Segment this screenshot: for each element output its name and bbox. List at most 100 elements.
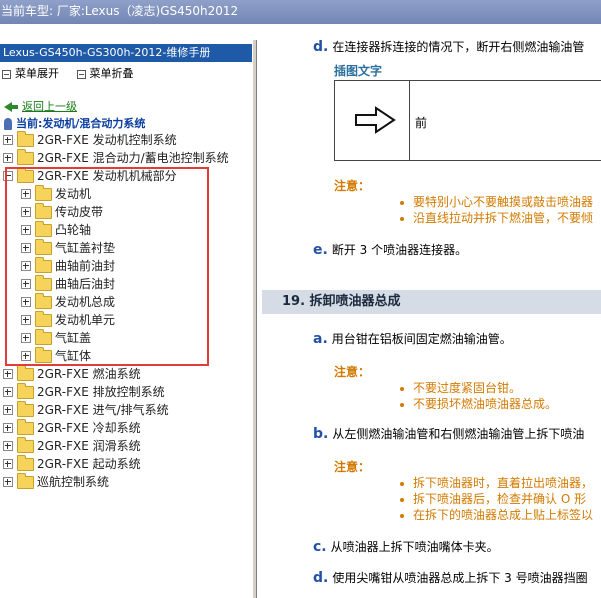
expand-toggle-icon[interactable] <box>3 423 13 433</box>
caution-label: 注意： <box>334 460 371 474</box>
front-arrow-icon <box>355 106 396 134</box>
tree-item-label: 2GR-FXE 发动机控制系统 <box>37 133 177 147</box>
expand-all-label: 菜单展开 <box>15 67 59 80</box>
pane-splitter[interactable] <box>252 40 257 598</box>
caution-item: 不要过度紧固台钳。 <box>400 379 521 396</box>
expand-toggle-icon[interactable] <box>3 441 13 451</box>
window-title: 当前车型: 厂家:Lexus（凌志)GS450h2012 <box>1 4 239 18</box>
bullet-icon <box>400 481 404 486</box>
tree-item-hybrid-control[interactable]: 2GR-FXE 混合动力/蓄电池控制系统 <box>0 149 250 167</box>
tree-item-emission[interactable]: 2GR-FXE 排放控制系统 <box>0 383 250 401</box>
step-letter: c. <box>313 539 327 555</box>
expand-all-button[interactable]: 菜单展开 <box>2 65 59 81</box>
tree-item-fuel[interactable]: 2GR-FXE 燃油系统 <box>0 365 250 383</box>
manual-title-bar: Lexus-GS450h-GS300h-2012-维修手册 <box>0 44 252 62</box>
illustration-caption: 插图文字 <box>334 64 383 78</box>
bullet-icon <box>400 402 404 407</box>
caution-text: 拆下喷油器后，检查并确认 O 形 <box>413 492 587 506</box>
step-text: 在连接器拆连接的情况下，断开右侧燃油输油管 <box>332 40 585 54</box>
section-title: 19. 拆卸喷油器总成 <box>282 294 401 309</box>
caution-label: 注意： <box>334 365 371 379</box>
step-text: 从喷油器上拆下喷油嘴体卡夹。 <box>330 540 499 554</box>
expand-toggle-icon[interactable] <box>3 405 13 415</box>
collapse-all-button[interactable]: 菜单折叠 <box>76 65 134 81</box>
step-b-remove-injectors: b. 从左侧燃油输油管和右侧燃油输油管上拆下喷油 <box>313 425 584 442</box>
bullet-icon <box>400 216 404 221</box>
content-pane: d. 在连接器拆连接的情况下，断开右侧燃油输油管 插图文字 前 注意： 要特别小心… <box>258 40 601 598</box>
caution-item: 拆下喷油器时，直着拉出喷油器， <box>400 474 593 491</box>
step-a-fix-rail: a. 用台钳在铝板间固定燃油输油管。 <box>313 330 512 347</box>
caution-label: 注意： <box>334 179 371 193</box>
folder-icon <box>17 455 34 471</box>
step-d-remove-retainer: d. 使用尖嘴钳从喷油器总成上拆下 3 号喷油器挡圈 <box>313 569 588 586</box>
expand-toggle-icon[interactable] <box>3 369 13 379</box>
back-link-row: 返回上一级 <box>4 98 77 114</box>
step-text: 从左侧燃油输油管和右侧燃油输油管上拆下喷油 <box>332 427 585 441</box>
illustration-label: 前 <box>415 116 428 130</box>
step-letter: b. <box>313 426 329 442</box>
caution-item: 要特别小心不要触摸或敲击喷油器 <box>400 193 593 210</box>
tree-item-label: 2GR-FXE 润滑系统 <box>37 439 141 453</box>
bullet-icon <box>400 386 404 391</box>
location-pin-icon <box>4 118 12 130</box>
caution-text: 要特别小心不要触摸或敲击喷油器 <box>413 195 594 209</box>
tree-item-cruise-control[interactable]: 巡航控制系统 <box>0 473 250 491</box>
back-arrow-icon <box>4 102 12 112</box>
tree-item-engine-control[interactable]: 2GR-FXE 发动机控制系统 <box>0 131 250 149</box>
expand-toggle-icon[interactable] <box>3 387 13 397</box>
step-letter: a. <box>313 331 328 347</box>
step-letter: d. <box>313 570 329 586</box>
tree-item-label: 2GR-FXE 进气/排气系统 <box>37 403 169 417</box>
bullet-icon <box>400 513 404 518</box>
tree-item-label: 2GR-FXE 燃油系统 <box>37 367 141 381</box>
caution-text: 在拆下的喷油器总成上贴上标签以 <box>413 508 594 522</box>
current-location-label: 当前:发动机/混合动力系统 <box>16 117 146 130</box>
step-letter: e. <box>313 242 328 258</box>
section-header: 19. 拆卸喷油器总成 <box>262 290 601 314</box>
caution-item: 沿直线拉动并拆下燃油管，不要倾 <box>400 209 593 226</box>
caution-text: 拆下喷油器时，直着拉出喷油器， <box>413 476 594 490</box>
manual-title: Lexus-GS450h-GS300h-2012-维修手册 <box>3 46 211 59</box>
caution-text: 沿直线拉动并拆下燃油管，不要倾 <box>413 211 594 225</box>
illustration-symbol-cell <box>335 81 410 160</box>
current-location: 当前:发动机/混合动力系统 <box>4 115 145 131</box>
tree-item-label: 2GR-FXE 混合动力/蓄电池控制系统 <box>37 151 229 165</box>
caution-item: 拆下喷油器后，检查并确认 O 形 <box>400 490 586 507</box>
folder-icon <box>17 473 34 489</box>
caution-text: 不要过度紧固台钳。 <box>413 381 522 395</box>
folder-icon <box>17 383 34 399</box>
step-text: 用台钳在铝板间固定燃油输油管。 <box>331 332 512 346</box>
folder-icon <box>17 149 34 165</box>
caution-text: 不要损坏燃油喷油器总成。 <box>413 397 558 411</box>
caution-item: 不要损坏燃油喷油器总成。 <box>400 395 557 412</box>
folder-icon <box>17 401 34 417</box>
menu-operations: 菜单展开 菜单折叠 <box>2 65 148 81</box>
selection-highlight-box <box>5 167 209 366</box>
expand-icon <box>2 69 11 79</box>
step-text: 使用尖嘴钳从喷油器总成上拆下 3 号喷油器挡圈 <box>332 571 588 585</box>
folder-icon <box>17 131 34 147</box>
bullet-icon <box>400 497 404 502</box>
expand-toggle-icon[interactable] <box>3 477 13 487</box>
tree-item-starting[interactable]: 2GR-FXE 起动系统 <box>0 455 250 473</box>
window-title-bar: 当前车型: 厂家:Lexus（凌志)GS450h2012 <box>0 0 601 24</box>
step-e-disconnect-injectors: e. 断开 3 个喷油器连接器。 <box>313 241 467 258</box>
expand-toggle-icon[interactable] <box>3 459 13 469</box>
tree-item-intake-exhaust[interactable]: 2GR-FXE 进气/排气系统 <box>0 401 250 419</box>
expand-toggle-icon[interactable] <box>3 135 13 145</box>
folder-icon <box>17 437 34 453</box>
step-c-remove-clip: c. 从喷油器上拆下喷油嘴体卡夹。 <box>313 538 499 555</box>
folder-icon <box>17 419 34 435</box>
collapse-icon <box>76 69 86 79</box>
step-letter: d. <box>313 40 329 55</box>
back-link[interactable]: 返回上一级 <box>22 100 77 113</box>
step-text: 断开 3 个喷油器连接器。 <box>331 243 468 257</box>
step-d-disconnect: d. 在连接器拆连接的情况下，断开右侧燃油输油管 <box>313 40 584 55</box>
folder-icon <box>17 365 34 381</box>
tree-item-lubrication[interactable]: 2GR-FXE 润滑系统 <box>0 437 250 455</box>
illustration-table: 前 <box>334 80 601 161</box>
tree-item-label: 2GR-FXE 起动系统 <box>37 457 141 471</box>
tree-item-cooling[interactable]: 2GR-FXE 冷却系统 <box>0 419 250 437</box>
expand-toggle-icon[interactable] <box>3 153 13 163</box>
tree-item-label: 巡航控制系统 <box>37 475 110 489</box>
